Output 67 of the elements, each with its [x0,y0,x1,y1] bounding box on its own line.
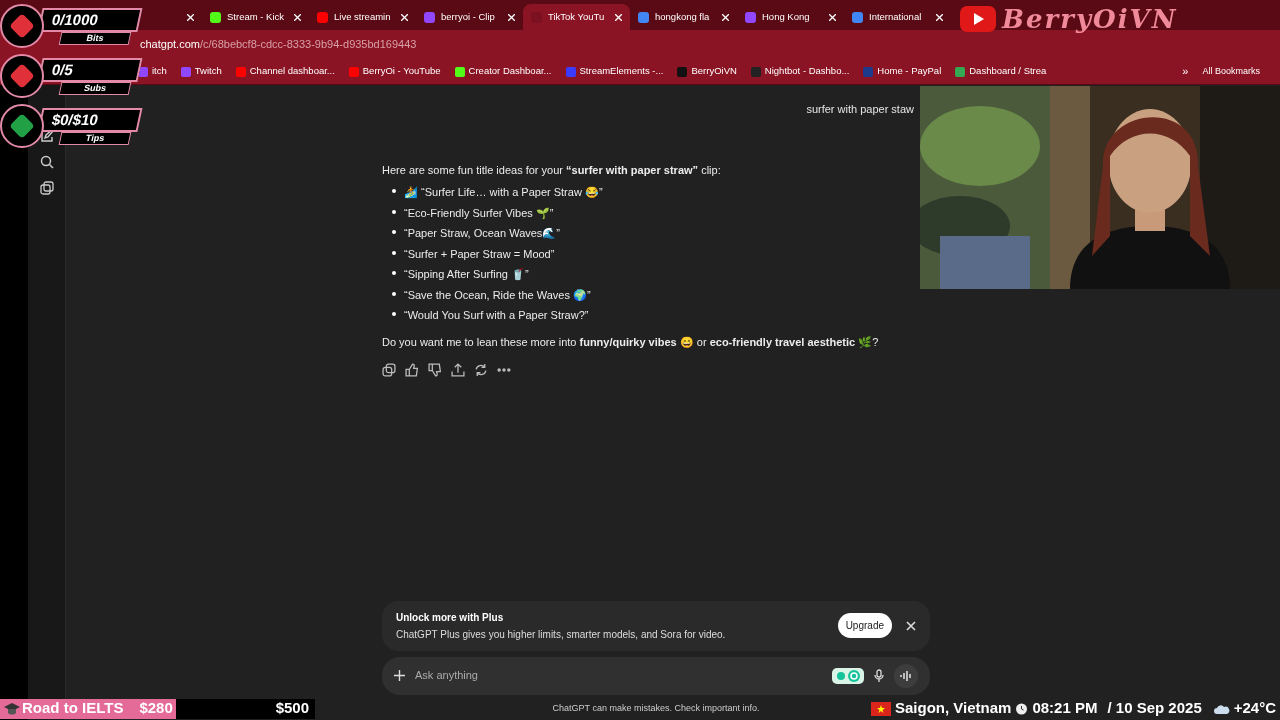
bookmark[interactable]: Dashboard / Strea [955,64,1047,79]
message-composer[interactable]: Ask anything [382,656,930,695]
copy-icon[interactable] [382,363,396,377]
bookmark[interactable]: Channel dashboar... [235,64,335,79]
bullet-icon [392,312,396,316]
browser-tab[interactable]: hongkong fla [630,4,737,30]
goal-label: Road to IELTS [22,698,124,719]
refresh-icon[interactable] [474,363,488,377]
thumbs-up-icon[interactable] [405,363,419,377]
bullet-icon [392,250,396,255]
url-text[interactable]: chatgpt.com/c/68bebcf8-cdcc-8333-9b94-d935bd169443 [140,36,417,53]
bookmark[interactable]: Creator Dashboar... [454,64,552,79]
time-text: 08:21 PM [1032,698,1098,719]
close-icon[interactable] [906,620,916,631]
upgrade-button[interactable]: Upgrade [837,613,892,638]
bullet-icon [392,271,396,275]
browser-tab[interactable]: Stream - Kick [202,4,309,30]
grammar-icon[interactable] [832,667,864,684]
cloud-icon [1213,703,1230,714]
browser-tab[interactable]: TikTok YouTu [523,4,630,30]
reply-outro: Do you want me to lean these more into funny/quirky vibes 😄 or eco-friendly travel aesthetic 🌿? [382,334,880,350]
browser-tab[interactable]: Live streamin [309,4,416,30]
temperature-text: +24°C [1233,698,1276,719]
banner-text: ChatGPT Plus gives you higher limits, smarter models, and Sora for video. [396,627,727,642]
date-text: / 10 Sep 2025 [1107,698,1202,719]
bookmark[interactable]: BerryOiVN [677,64,737,79]
goal-current: $280 [139,698,173,719]
plus-icon[interactable] [394,670,405,681]
bookmark[interactable]: Twitch [180,64,222,79]
disclaimer-text: ChatGPT can make mistakes. Check important info. [552,701,760,715]
list-item-text: “Save the Ocean, Ride the Waves 🌍” [404,287,591,303]
list-item-text: “Paper Straw, Ocean Waves🌊” [404,226,561,241]
browser-tab[interactable]: Hong Kong [737,4,844,30]
bullet-icon [392,189,396,193]
clock-icon [1015,702,1029,715]
list-item-text: “Eco-Friendly Surfer Vibes 🌱” [404,205,554,221]
bullet-icon [392,209,396,214]
reply-intro: Here are some fun title ideas for your “surfer with paper straw” clip: [382,162,722,178]
ask-input[interactable]: Ask anything [415,667,822,684]
channel-logo: BerryOiVN [1002,4,1178,34]
bullet-icon [392,291,396,296]
voice-button[interactable] [894,663,918,688]
microphone-icon[interactable] [874,669,884,682]
browser-tab[interactable]: International [844,4,951,30]
bookmark[interactable]: BerryOi - YouTube [348,64,441,79]
location-text: Saigon, Vietnam [895,698,1012,719]
thumbs-down-icon[interactable] [428,363,442,377]
browser-tab[interactable]: berryoi - Clip [416,4,523,30]
bookmark[interactable]: StreamElements -... [565,64,664,79]
waveform-icon [900,670,912,681]
library-icon[interactable] [39,181,54,195]
bullet-icon [392,230,396,234]
user-message: surfer with paper staw [806,102,914,117]
list-item-text: “Sipping After Surfing 🥤” [404,267,529,282]
graduation-cap-icon [4,701,20,716]
list-item-text: “Surfer + Paper Straw = Mood” [404,246,555,262]
play-icon [960,6,996,32]
list-item-text: 🏄 “Surfer Life… with a Paper Straw 😂” [404,185,603,200]
bookmark[interactable]: Home - PayPal [863,64,942,79]
goal-target: $500 [275,698,309,719]
more-bookmarks-button[interactable]: » [1182,63,1189,80]
search-icon[interactable] [39,155,54,169]
all-bookmarks-button[interactable]: All Bookmarks [1202,64,1260,79]
banner-title: Unlock more with Plus [396,610,505,625]
bookmark[interactable]: Nightbot - Dashbo... [750,64,850,79]
list-item-text: “Would You Surf with a Paper Straw?” [404,308,589,323]
share-icon[interactable] [451,363,465,377]
